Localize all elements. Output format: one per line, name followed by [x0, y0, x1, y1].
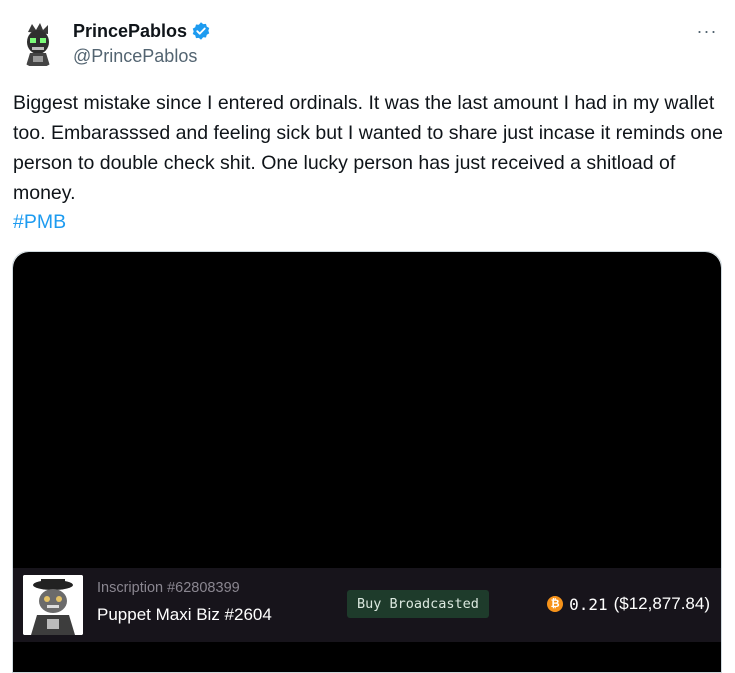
puppet-avatar-image [16, 20, 60, 68]
author-handle[interactable]: @PrincePablos [73, 45, 197, 67]
verified-badge-icon [191, 21, 211, 41]
more-options-icon[interactable]: ··· [695, 20, 719, 42]
media-attachment[interactable]: Inscription #62808399 Puppet Maxi Biz #2… [13, 252, 721, 672]
nft-title: Puppet Maxi Biz #2604 [97, 605, 272, 624]
post-text: Biggest mistake since I entered ordinals… [13, 92, 729, 204]
inscription-card[interactable]: Inscription #62808399 Puppet Maxi Biz #2… [13, 568, 721, 642]
price-btc: 0.21 [569, 594, 608, 614]
author-name-row[interactable]: PrincePablos [73, 20, 211, 42]
price-display: ₿ 0.21 ($12,877.84) [547, 594, 710, 614]
nft-thumbnail[interactable] [23, 575, 83, 635]
buy-broadcasted-button[interactable]: Buy Broadcasted [347, 590, 489, 618]
price-usd: ($12,877.84) [613, 594, 710, 613]
bitcoin-icon: ₿ [547, 596, 564, 612]
puppet-thumbnail-image [23, 575, 83, 635]
inscription-number: Inscription #62808399 [97, 580, 240, 596]
hashtag-link[interactable]: #PMB [13, 207, 66, 237]
author-name[interactable]: PrincePablos [73, 20, 187, 42]
author-avatar[interactable] [16, 20, 60, 68]
